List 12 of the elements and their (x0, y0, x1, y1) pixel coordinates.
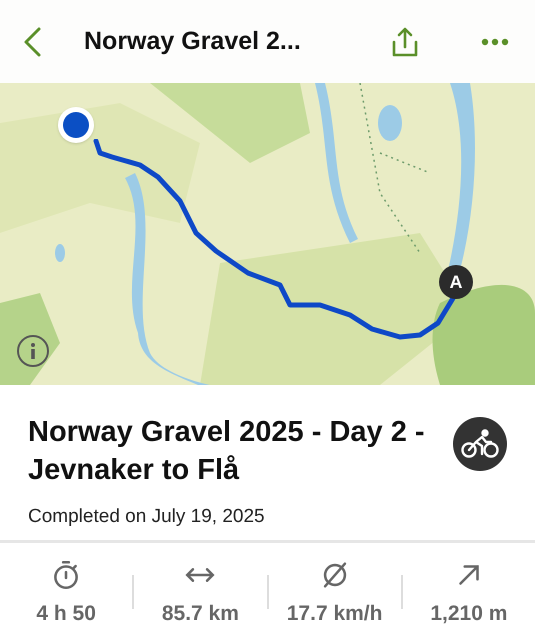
stat-value: 17.7 km/h (286, 600, 382, 627)
stat-value: 85.7 km (162, 600, 239, 627)
completed-date: Completed on July 19, 2025 (28, 505, 266, 529)
stat-value: 4 h 50 (36, 600, 96, 627)
activity-title: Norway Gravel 2025 - Day 2 - Jevnaker to Flå (28, 415, 426, 488)
info-icon (30, 343, 36, 359)
cyclist-icon (461, 429, 499, 459)
info-button[interactable] (17, 335, 49, 367)
share-icon (390, 26, 420, 58)
window-title: Norway Gravel 2... (84, 26, 301, 57)
more-icon (481, 38, 509, 46)
stat-value: 1,210 m (430, 600, 508, 627)
